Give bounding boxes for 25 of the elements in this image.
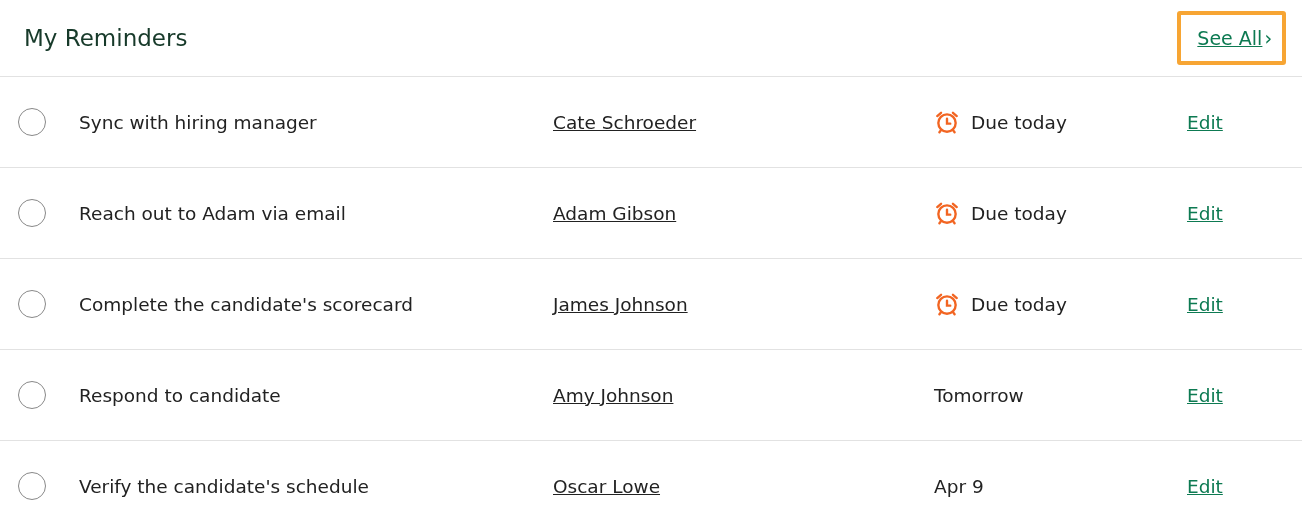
reminder-text: Respond to candidate	[79, 384, 282, 406]
alarm-clock-icon	[934, 291, 960, 317]
due-date: Apr 9	[934, 475, 984, 497]
edit-link[interactable]: Edit	[1187, 384, 1223, 406]
edit-link[interactable]: Edit	[1187, 111, 1223, 133]
person-link[interactable]: Adam Gibson	[553, 202, 677, 224]
edit-link[interactable]: Edit	[1187, 202, 1223, 224]
reminder-text: Reach out to Adam via email	[79, 202, 347, 224]
reminder-text: Complete the candidate's scorecard	[79, 293, 414, 315]
alarm-clock-icon	[934, 200, 960, 226]
person-link[interactable]: Oscar Lowe	[553, 475, 660, 497]
person-link[interactable]: Amy Johnson	[553, 384, 674, 406]
see-all-link[interactable]: See All›	[1177, 11, 1286, 65]
edit-link[interactable]: Edit	[1187, 293, 1223, 315]
alarm-clock-icon	[934, 109, 960, 135]
section-title: My Reminders	[24, 25, 188, 51]
edit-link[interactable]: Edit	[1187, 475, 1223, 497]
due-date: Due today	[971, 293, 1067, 315]
reminder-text: Sync with hiring manager	[79, 111, 318, 133]
due-date: Due today	[971, 202, 1067, 224]
person-link[interactable]: Cate Schroeder	[553, 111, 697, 133]
due-date: Tomorrow	[934, 384, 1024, 406]
reminder-text: Verify the candidate's schedule	[79, 475, 370, 497]
due-date: Due today	[971, 111, 1067, 133]
person-link[interactable]: James Johnson	[553, 293, 688, 315]
